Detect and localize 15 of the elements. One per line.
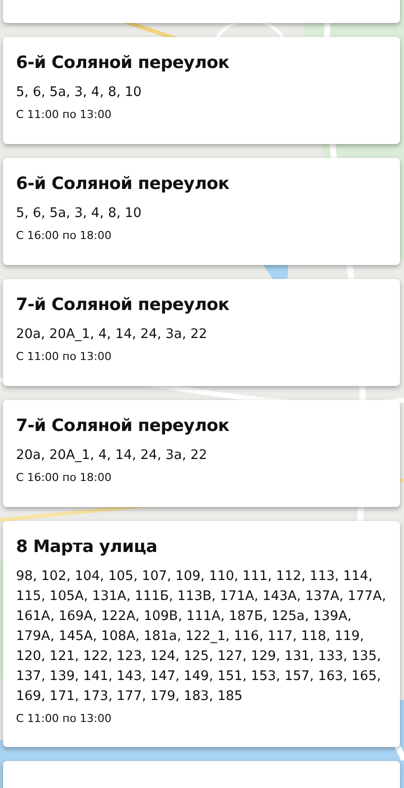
- time-range: С 16:00 по 18:00: [16, 228, 112, 244]
- house-numbers: 20а, 20А_1, 4, 14, 24, 3а, 22: [16, 326, 208, 344]
- time-range: С 11:00 по 13:00: [16, 710, 112, 726]
- time-range: С 11:00 по 13:00: [16, 348, 112, 364]
- house-numbers: 5, 6, 5а, 3, 4, 8, 10: [16, 84, 143, 102]
- street-title: 8 Марта улица: [16, 536, 158, 559]
- street-title: 6-й Соляной переулок: [16, 173, 230, 196]
- house-numbers: 20а, 20А_1, 4, 14, 24, 3а, 22: [16, 446, 208, 464]
- street-title: 7-й Соляной переулок: [16, 415, 230, 438]
- time-range: С 11:00 по 13:00: [16, 106, 112, 122]
- house-numbers: 98, 102, 104, 105, 107, 109, 110, 111, 112, 113, 114, 115, 105А, 131А, 111Б, 113В, 171А, 143А, 137А, 177А, 161А, 169А, 122А, 109В, 111А, 187Б, 125а, 139А, 179А, 145А, 108А, 181а, 122_1, 116, 117, 118, 119, 120, 121, 122, 123, 124, 125, 127, 129, 131, 133, 135, 137, 139, 141, 143, 147, 149, 151, 153, 157, 163, 165, 169, 171, 173, 177, 179, 183, 185: [16, 568, 388, 706]
- street-title: 7-й Соляной переулок: [16, 294, 230, 317]
- time-range: С 16:00 по 18:00: [16, 470, 112, 486]
- house-numbers: 5, 6, 5а, 3, 4, 8, 10: [16, 204, 143, 222]
- street-title: 6-й Соляной переулок: [16, 52, 230, 75]
